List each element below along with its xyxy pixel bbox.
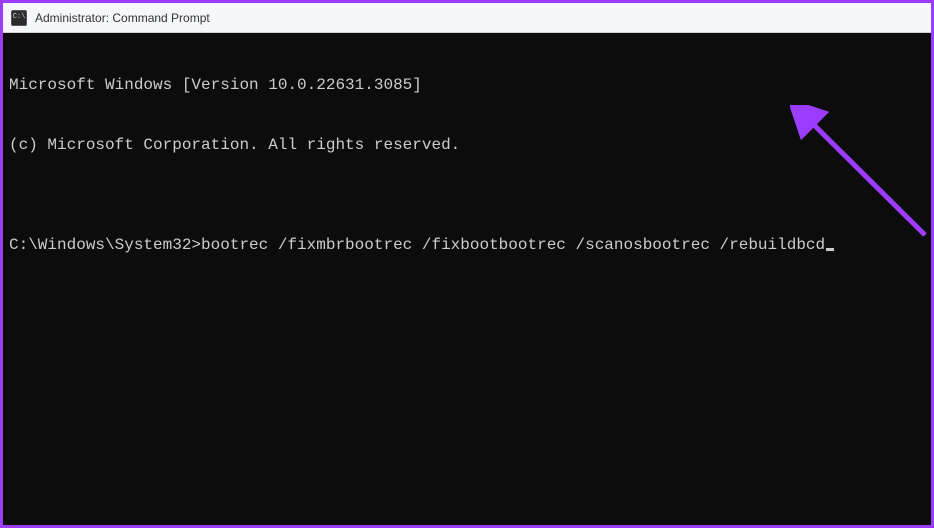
cursor-icon [826, 248, 834, 251]
terminal-prompt: C:\Windows\System32> [9, 236, 201, 254]
cmd-icon: C:\ [11, 10, 27, 26]
terminal-command: bootrec /fixmbrbootrec /fixbootbootrec /… [201, 236, 825, 254]
titlebar[interactable]: C:\ Administrator: Command Prompt [3, 3, 931, 33]
window-title: Administrator: Command Prompt [35, 11, 210, 25]
terminal-line-version: Microsoft Windows [Version 10.0.22631.30… [9, 75, 925, 95]
terminal-line-copyright: (c) Microsoft Corporation. All rights re… [9, 135, 925, 155]
terminal-area[interactable]: Microsoft Windows [Version 10.0.22631.30… [3, 33, 931, 525]
command-prompt-window: C:\ Administrator: Command Prompt Micros… [3, 3, 931, 525]
terminal-prompt-line: C:\Windows\System32>bootrec /fixmbrbootr… [9, 235, 925, 255]
